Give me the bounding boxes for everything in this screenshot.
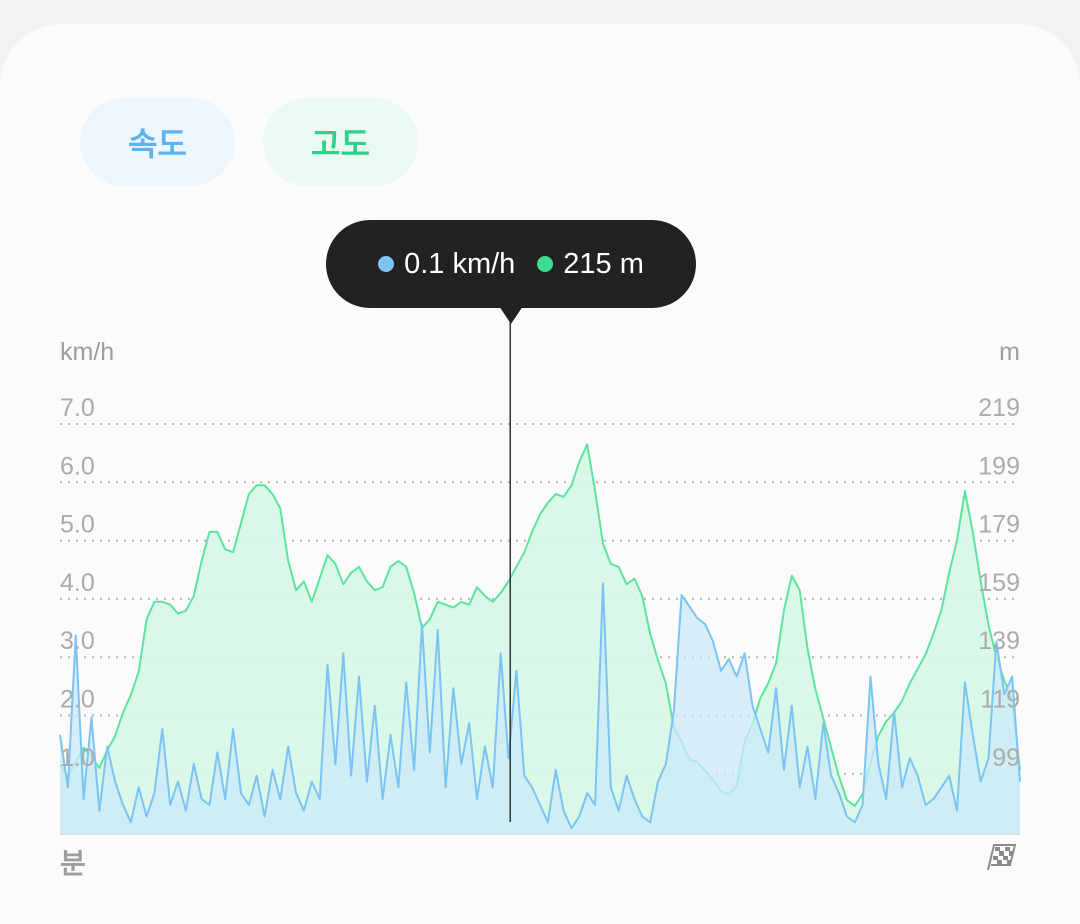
left-tick-label: 7.0 [60,394,95,422]
left-tick-label: 4.0 [60,569,95,597]
left-tick-label: 5.0 [60,511,95,539]
right-tick-label: 119 [980,686,1020,714]
left-tick-label: 3.0 [60,627,95,655]
right-tick-label: 179 [978,511,1020,539]
right-tick-label: 159 [978,569,1020,597]
right-tick-label: 219 [978,394,1020,422]
checkered-flag-icon [987,844,1017,871]
left-tick-label: 6.0 [60,452,95,480]
right-tick-label: 199 [978,452,1020,480]
right-tick-label: 99 [992,744,1020,772]
speed-altitude-chart[interactable]: 7.0 219 6.0 199 5.0 179 4.0 159 3.0 139 2.0 119 1.0 9… [0,0,1080,897]
left-tick-label: 2.0 [60,686,95,714]
x-axis-label: 분 [60,848,86,879]
left-tick-label: 1.0 [60,744,95,772]
right-tick-label: 139 [978,627,1020,655]
